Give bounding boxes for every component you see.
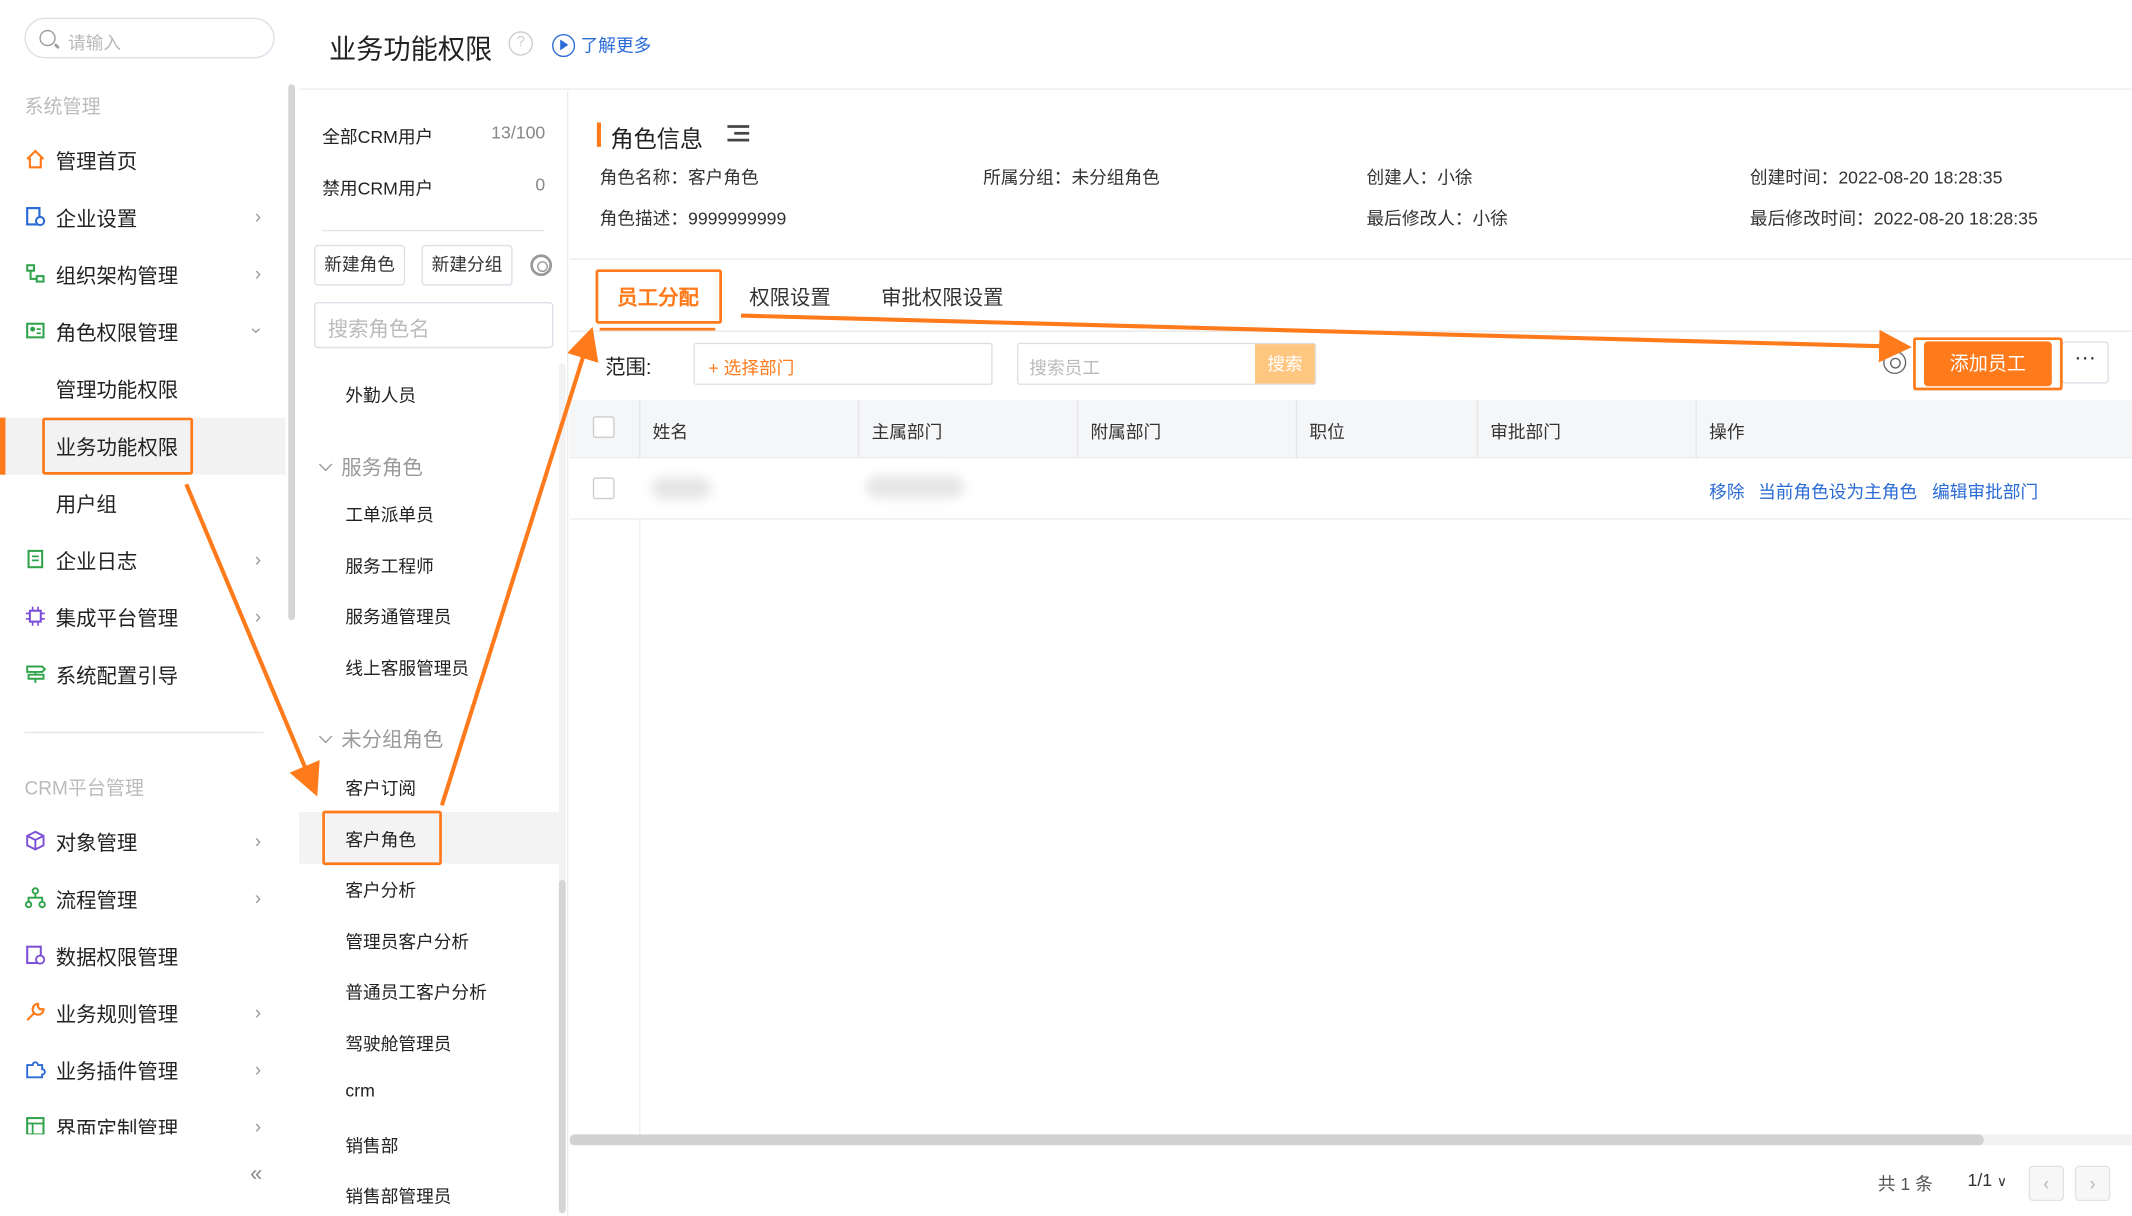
annotation-arrows bbox=[184, 313, 1912, 806]
arrow bbox=[184, 483, 320, 797]
arrow bbox=[740, 313, 1912, 363]
arrow bbox=[439, 326, 599, 806]
